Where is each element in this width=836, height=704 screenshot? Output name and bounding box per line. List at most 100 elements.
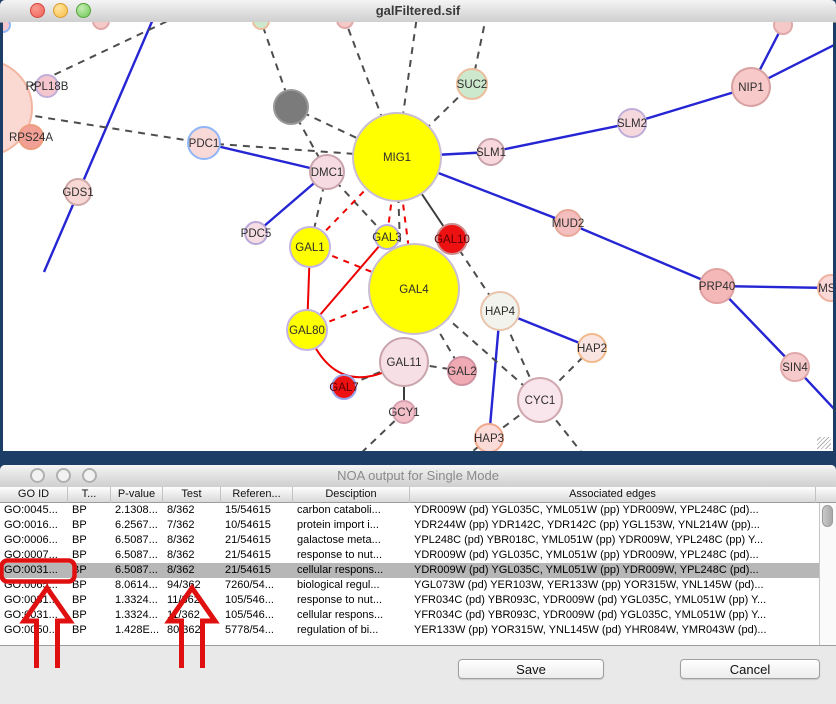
table-cell: 8/362	[163, 503, 221, 518]
node-topclip3[interactable]	[774, 22, 792, 34]
table-row[interactable]: GO:0050...BP1.428E...80/3625778/54...reg…	[0, 623, 836, 638]
column-header-referen[interactable]: Referen...	[221, 487, 293, 503]
node-gray1[interactable]	[274, 90, 308, 124]
table-cell: GO:0050...	[0, 623, 68, 638]
network-titlebar[interactable]: galFiltered.sif	[0, 0, 836, 23]
table-cell: GO:0007...	[0, 548, 68, 563]
column-header-t[interactable]: T...	[68, 487, 111, 503]
node-label: HAP2	[577, 343, 607, 355]
node-label: GDS1	[62, 187, 93, 199]
table-cell: BP	[68, 578, 111, 593]
table-cell: 8/362	[163, 563, 221, 578]
column-header-p-value[interactable]: P-value	[111, 487, 163, 503]
table-cell: 6.5087...	[111, 548, 163, 563]
table-cell: 21/54615	[221, 533, 293, 548]
network-edge	[3, 22, 212, 108]
table-row[interactable]: GO:0007...BP6.5087...8/36221/54615respon…	[0, 548, 836, 563]
table-cell: 11/362	[163, 593, 221, 608]
node-topclip1[interactable]	[93, 22, 109, 29]
node-label: RPS24A	[9, 132, 53, 144]
node-label: CYC1	[525, 395, 556, 407]
table-cell: 8/362	[163, 548, 221, 563]
network-edge	[44, 22, 160, 272]
table-cell: YER133W (pp) YOR315W, YNL145W (pd) YHR08…	[410, 623, 816, 638]
network-edge	[568, 223, 717, 286]
node-label: SLM1	[476, 147, 506, 159]
table-cell: GO:0045...	[0, 503, 68, 518]
table-cell: cellular respons...	[293, 563, 410, 578]
network-graph[interactable]: RPL18BRPS24AGDS1PDC1DMC1MIG1SUC2SLM1SLM2…	[3, 22, 833, 451]
table-cell: BP	[68, 623, 111, 638]
table-cell: 105/546...	[221, 608, 293, 623]
table-cell: 105/546...	[221, 593, 293, 608]
results-table: GO IDT...P-valueTestReferen...Desciption…	[0, 487, 836, 646]
node-label: GAL4	[399, 284, 429, 296]
node-greenclip[interactable]	[253, 22, 269, 29]
node-label: NIP1	[738, 82, 764, 94]
table-row[interactable]: GO:0006...BP6.5087...8/36221/54615galact…	[0, 533, 836, 548]
table-cell: 5778/54...	[221, 623, 293, 638]
table-cell: 80/362	[163, 623, 221, 638]
table-cell: BP	[68, 563, 111, 578]
table-cell: 6.5087...	[111, 563, 163, 578]
save-button[interactable]: Save	[458, 659, 604, 679]
table-cell: YPL248C (pd) YBR018C, YML051W (pp) YDR00…	[410, 533, 816, 548]
node-label: GAL10	[434, 234, 470, 246]
table-cell: 2.1308...	[111, 503, 163, 518]
node-label: GAL2	[447, 366, 476, 378]
node-label: HAP4	[485, 306, 516, 318]
node-label: SIN4	[782, 362, 808, 374]
node-topclip2[interactable]	[337, 22, 353, 28]
table-cell: regulation of bi...	[293, 623, 410, 638]
network-window-title: galFiltered.sif	[0, 3, 836, 18]
table-row[interactable]: GO:0045...BP2.1308...8/36215/54615carbon…	[0, 503, 836, 518]
cancel-button[interactable]: Cancel	[680, 659, 820, 679]
noa-titlebar[interactable]: NOA output for Single Mode	[0, 465, 836, 488]
node-label: GAL11	[387, 357, 422, 369]
node-label: SUC2	[457, 79, 488, 91]
table-cell: BP	[68, 593, 111, 608]
node-label: RPL18B	[26, 81, 69, 93]
table-row[interactable]: GO:0065...BP8.0614...94/3627260/54...bio…	[0, 578, 836, 593]
table-cell: YDR009W (pd) YGL035C, YML051W (pp) YDR00…	[410, 548, 816, 563]
column-header-desciption[interactable]: Desciption	[293, 487, 410, 503]
table-cell: YGL073W (pd) YER103W, YER133W (pp) YOR31…	[410, 578, 816, 593]
table-row[interactable]: GO:0016...BP6.2567...7/36210/54615protei…	[0, 518, 836, 533]
resize-grip-icon[interactable]	[817, 437, 831, 449]
table-row[interactable]: GO:0031...BP6.5087...8/36221/54615cellul…	[0, 563, 836, 578]
table-cell: GO:0065...	[0, 578, 68, 593]
column-header-go-id[interactable]: GO ID	[0, 487, 68, 503]
noa-window: NOA output for Single Mode GO IDT...P-va…	[0, 465, 836, 704]
table-header-row: GO IDT...P-valueTestReferen...Desciption…	[0, 487, 836, 503]
column-header-associated-edges[interactable]: Associated edges	[410, 487, 816, 503]
table-cell: YFR034C (pd) YBR093C, YDR009W (pd) YGL03…	[410, 608, 816, 623]
table-cell: 1.3324...	[111, 608, 163, 623]
node-label: DMC1	[311, 167, 344, 179]
node-label: HAP3	[474, 433, 504, 445]
network-canvas[interactable]: RPL18BRPS24AGDS1PDC1DMC1MIG1SUC2SLM1SLM2…	[3, 22, 833, 451]
column-header-test[interactable]: Test	[163, 487, 221, 503]
table-cell: 7260/54...	[221, 578, 293, 593]
table-cell: GO:0031...	[0, 563, 68, 578]
table-cell: YDR244W (pp) YDR142C, YDR142C (pp) YGL15…	[410, 518, 816, 533]
table-cell: BP	[68, 548, 111, 563]
table-cell: 1.3324...	[111, 593, 163, 608]
node-label: GAL80	[289, 325, 325, 337]
node-label: MUD2	[552, 218, 585, 230]
table-cell: cellular respons...	[293, 608, 410, 623]
scrollbar-thumb[interactable]	[822, 505, 833, 527]
node-label: PDC5	[241, 228, 272, 240]
node-cornertiny[interactable]	[3, 22, 10, 32]
table-cell: BP	[68, 518, 111, 533]
table-row[interactable]: GO:0031...BP1.3324...11/362105/546...cel…	[0, 608, 836, 623]
table-scrollbar[interactable]	[819, 503, 836, 645]
network-window: galFiltered.sif RPL18BRPS24AGDS1PDC1DMC1…	[0, 0, 836, 456]
node-label: GAL7	[329, 382, 358, 394]
table-row[interactable]: GO:0031...BP1.3324...11/362105/546...res…	[0, 593, 836, 608]
noa-window-title: NOA output for Single Mode	[0, 468, 836, 483]
table-cell: response to nut...	[293, 593, 410, 608]
node-label: GCY1	[388, 407, 419, 419]
node-label: GAL3	[372, 232, 401, 244]
table-cell: biological regul...	[293, 578, 410, 593]
network-edge	[491, 123, 632, 152]
